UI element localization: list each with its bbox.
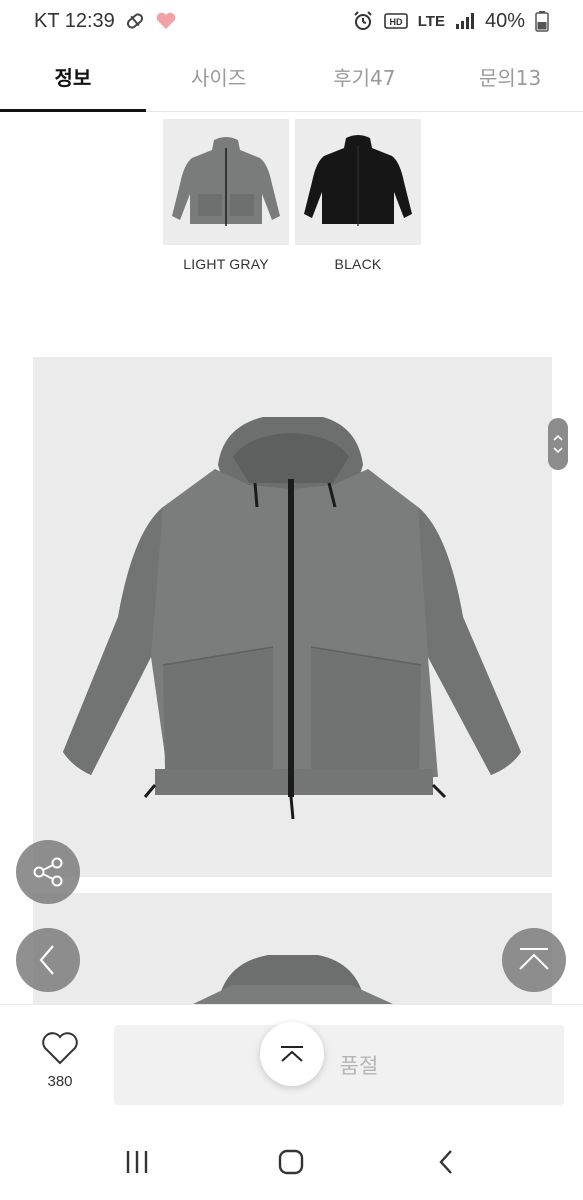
black-jacket-thumbnail bbox=[304, 135, 412, 226]
color-label-black: BLACK bbox=[334, 256, 382, 272]
soldout-label: 품절 bbox=[339, 1054, 379, 1078]
svg-text:HD: HD bbox=[389, 17, 402, 27]
tab-info[interactable]: 정보 bbox=[0, 42, 146, 112]
home-icon bbox=[279, 1149, 304, 1175]
hd-icon: HD bbox=[383, 12, 408, 30]
tab-size[interactable]: 사이즈 bbox=[146, 42, 292, 111]
like-button[interactable]: 380 bbox=[30, 1031, 90, 1090]
tab-inquiries-label: 문의13 bbox=[479, 66, 542, 90]
battery-icon bbox=[535, 10, 549, 32]
chevron-up-bar-icon bbox=[281, 1046, 303, 1062]
jacket-hood-illustration bbox=[193, 955, 393, 1004]
recent-apps-button[interactable] bbox=[107, 1132, 167, 1192]
status-bar: KT 12:39 HD LTE 40% bbox=[0, 0, 583, 42]
jacket-illustration bbox=[63, 417, 521, 820]
tab-reviews[interactable]: 후기47 bbox=[292, 42, 438, 111]
home-button[interactable] bbox=[261, 1132, 321, 1192]
alarm-icon bbox=[352, 10, 374, 32]
share-icon bbox=[33, 857, 63, 887]
color-label-light-gray: LIGHT GRAY bbox=[183, 256, 269, 272]
expand-options-button[interactable] bbox=[260, 1022, 324, 1086]
like-count: 380 bbox=[47, 1073, 73, 1090]
fast-scroll-handle[interactable] bbox=[548, 418, 568, 470]
tab-size-label: 사이즈 bbox=[191, 66, 247, 90]
tab-info-label: 정보 bbox=[54, 66, 92, 90]
battery-percent: 40% bbox=[484, 9, 525, 32]
heart-outline-icon bbox=[42, 1032, 78, 1065]
color-swatch-black[interactable] bbox=[295, 119, 421, 245]
system-back-button[interactable] bbox=[416, 1132, 476, 1192]
product-image-second bbox=[33, 893, 552, 1004]
carrier-time: KT 12:39 bbox=[34, 9, 115, 32]
share-button[interactable] bbox=[16, 840, 80, 904]
signal-icon bbox=[455, 12, 475, 30]
chevron-down-icon bbox=[553, 447, 563, 453]
light-gray-jacket-thumbnail bbox=[172, 137, 280, 226]
color-swatch-light-gray[interactable] bbox=[163, 119, 289, 245]
product-image-main bbox=[33, 357, 552, 877]
heart-icon bbox=[155, 11, 177, 31]
network-label: LTE bbox=[417, 12, 445, 30]
pill-icon bbox=[125, 11, 145, 31]
tab-inquiries[interactable]: 문의13 bbox=[437, 42, 583, 111]
scroll-to-top-button[interactable] bbox=[502, 928, 566, 992]
product-tabs: 정보 사이즈 후기47 문의13 bbox=[0, 42, 583, 112]
tab-reviews-label: 후기47 bbox=[333, 66, 396, 90]
system-navigation-bar bbox=[0, 1124, 583, 1200]
back-arrow-icon bbox=[439, 1150, 452, 1174]
soldout-button[interactable]: 품절 bbox=[114, 1025, 564, 1105]
back-button[interactable] bbox=[16, 928, 80, 992]
arrow-to-top-icon bbox=[519, 948, 549, 970]
chevron-left-icon bbox=[39, 945, 54, 975]
recent-apps-icon bbox=[126, 1151, 148, 1173]
chevron-up-icon bbox=[553, 435, 563, 441]
